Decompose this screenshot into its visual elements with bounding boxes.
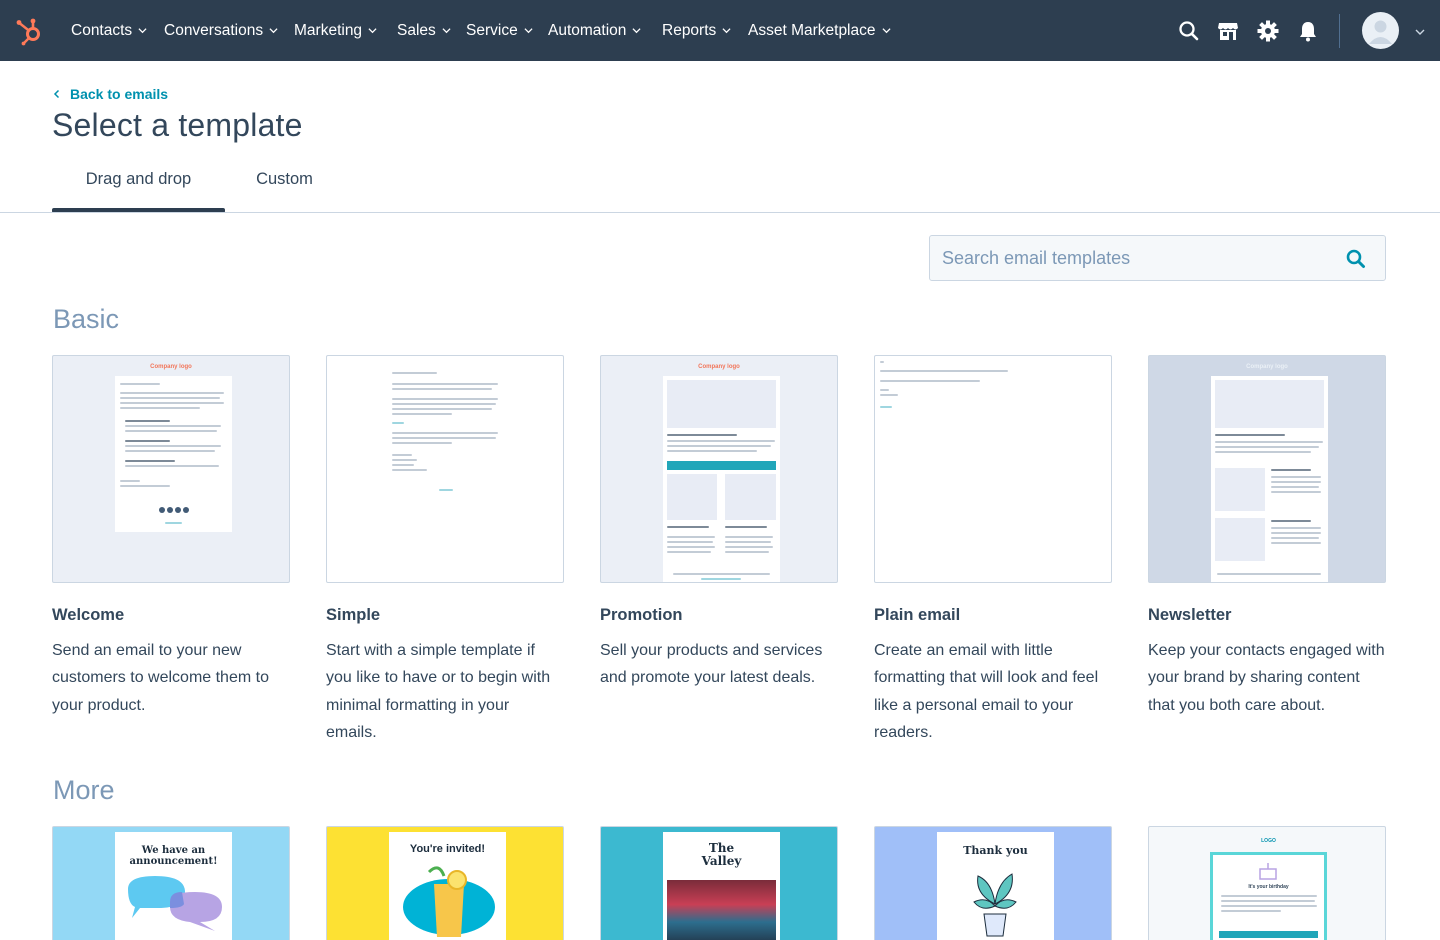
tab-label: Custom	[256, 170, 313, 188]
email-preview: Thank you	[937, 832, 1054, 940]
template-description: Start with a simple template if you like…	[326, 642, 551, 741]
chevron-down-icon	[722, 28, 731, 34]
template-description: Keep your contacts engaged with your bra…	[1148, 642, 1385, 714]
chevron-down-icon[interactable]	[1415, 27, 1425, 37]
city-photo	[667, 880, 776, 940]
template-name: Simple	[326, 606, 381, 624]
chevron-down-icon	[881, 28, 891, 34]
bell-icon[interactable]	[1296, 19, 1320, 43]
template-thumbnail-plain-email[interactable]	[874, 355, 1112, 583]
email-preview: We have an announcement!	[115, 832, 232, 940]
company-logo-text: Company logo	[698, 364, 740, 370]
nav-label: Asset Marketplace	[748, 21, 876, 39]
template-description: Sell your products and services and prom…	[600, 642, 823, 687]
template-name: Newsletter	[1148, 606, 1232, 624]
search-input[interactable]	[930, 236, 1340, 280]
thumbnail-logo-text: LOGO	[1261, 838, 1276, 844]
template-name: Welcome	[52, 606, 125, 624]
section-title-basic: Basic	[53, 304, 120, 334]
email-preview: You're invited!	[389, 832, 506, 940]
search-icon[interactable]	[1177, 19, 1201, 43]
nav-contacts[interactable]: Contacts	[71, 0, 147, 61]
nav-divider	[1339, 14, 1340, 48]
template-thumbnail-thank-you[interactable]: Thank you	[874, 826, 1112, 940]
thumbnail-heading: It's your birthday	[1248, 884, 1289, 890]
nav-reports[interactable]: Reports	[662, 0, 731, 61]
search-box	[929, 235, 1386, 281]
person-icon	[1369, 20, 1392, 44]
email-preview	[663, 376, 780, 582]
nav-label: Conversations	[164, 21, 264, 39]
template-name: Promotion	[600, 606, 683, 624]
nav-conversations[interactable]: Conversations	[164, 0, 278, 61]
lemonade-glass-icon	[403, 866, 495, 937]
back-link-label: Back to emails	[70, 86, 169, 102]
company-logo-text: Company logo	[150, 364, 192, 370]
nav-label: Reports	[662, 21, 717, 39]
template-description: Create an email with little formatting t…	[874, 642, 1099, 741]
template-thumbnail-birthday[interactable]: LOGO It's your birthday	[1148, 826, 1386, 940]
template-thumbnail-promotion[interactable]: Company logo	[600, 355, 838, 583]
page-title: Select a template	[52, 107, 303, 143]
cake-icon	[1259, 863, 1277, 880]
template-name: Plain email	[874, 606, 961, 624]
email-preview	[1211, 376, 1328, 582]
thumbnail-heading: The Valley	[701, 841, 742, 868]
chevron-left-icon	[53, 89, 60, 99]
marketplace-icon[interactable]	[1216, 19, 1240, 43]
company-logo-text: Company logo	[1246, 364, 1288, 370]
chevron-down-icon	[138, 28, 147, 34]
email-preview	[115, 376, 232, 532]
email-preview: The Valley	[663, 832, 780, 940]
gear-icon[interactable]	[1256, 19, 1280, 43]
template-description: Send an email to your new customers to w…	[52, 642, 269, 714]
nav-service[interactable]: Service	[466, 0, 533, 61]
nav-label: Automation	[548, 21, 627, 39]
speech-bubbles-icon	[128, 876, 222, 931]
thumbnail-heading: You're invited!	[409, 843, 486, 855]
nav-label: Contacts	[71, 21, 133, 39]
chevron-down-icon	[368, 28, 377, 34]
search-icon[interactable]	[1344, 247, 1368, 271]
nav-label: Sales	[397, 21, 436, 39]
section-title-more: More	[53, 775, 115, 805]
template-thumbnail-announcement[interactable]: We have an announcement!	[52, 826, 290, 940]
nav-marketing[interactable]: Marketing	[294, 0, 377, 61]
back-to-emails-link[interactable]: Back to emails	[53, 86, 168, 102]
potted-plant-icon	[973, 873, 1017, 937]
chevron-down-icon	[442, 28, 451, 34]
nav-automation[interactable]: Automation	[548, 0, 641, 61]
top-navigation-bar: Contacts Conversations Marketing Sales S…	[0, 0, 1440, 61]
template-thumbnail-invitation[interactable]: You're invited!	[326, 826, 564, 940]
template-thumbnail-newsletter[interactable]: Company logo	[1148, 355, 1386, 583]
thumbnail-heading: Thank you	[963, 844, 1028, 857]
nav-label: Service	[466, 21, 518, 39]
tab-custom[interactable]: Custom	[228, 170, 341, 214]
thumbnail-heading: We have an announcement!	[129, 845, 218, 867]
chevron-down-icon	[269, 28, 278, 34]
email-preview: LOGO It's your birthday	[1210, 838, 1327, 940]
nav-asset-marketplace[interactable]: Asset Marketplace	[748, 0, 891, 61]
template-thumbnail-simple[interactable]	[326, 355, 564, 583]
chevron-down-icon	[632, 28, 641, 34]
hubspot-logo-icon[interactable]	[15, 16, 45, 46]
tabs-divider	[0, 212, 1440, 213]
social-icons	[159, 507, 189, 513]
template-thumbnail-welcome[interactable]: Company logo	[52, 355, 290, 583]
chevron-down-icon	[524, 28, 533, 34]
nav-sales[interactable]: Sales	[397, 0, 451, 61]
nav-label: Marketing	[294, 21, 363, 39]
user-avatar[interactable]	[1362, 12, 1399, 49]
template-thumbnail-the-valley[interactable]: The Valley	[600, 826, 838, 940]
